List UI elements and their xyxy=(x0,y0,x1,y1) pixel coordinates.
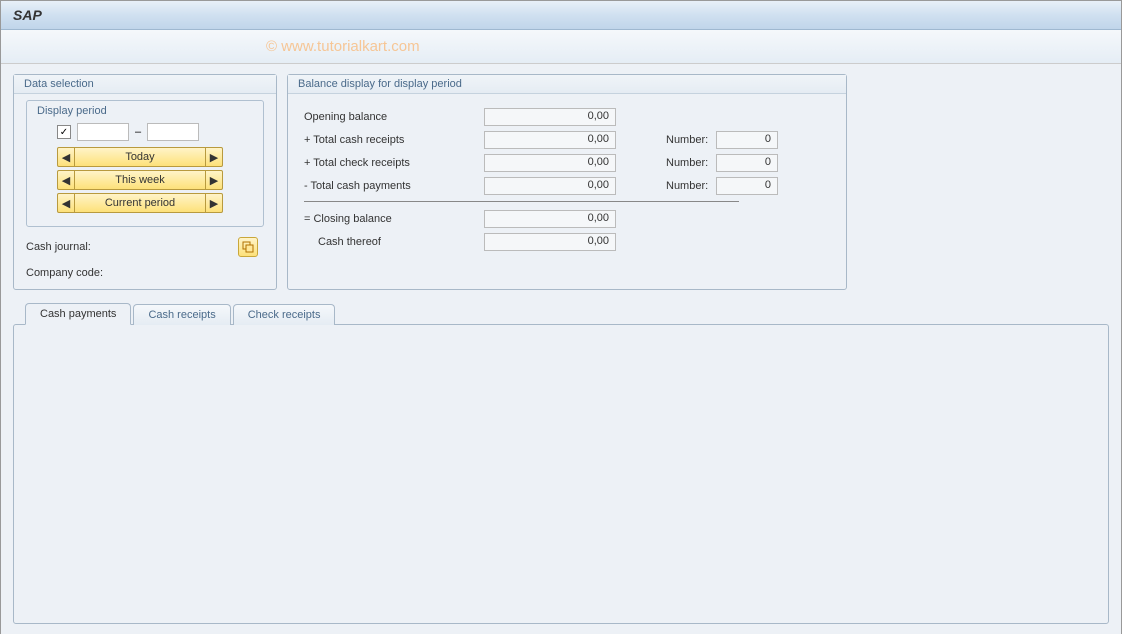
total-cash-payments-number: 0 xyxy=(716,177,778,195)
display-period-title: Display period xyxy=(37,105,253,117)
balance-display-title: Balance display for display period xyxy=(288,75,846,94)
company-code-label: Company code: xyxy=(26,267,156,279)
opening-balance-label: Opening balance xyxy=(304,111,484,123)
balance-display-group: Balance display for display period Openi… xyxy=(287,74,847,290)
cash-thereof-value: 0,00 xyxy=(484,233,616,251)
date-from-input[interactable] xyxy=(77,123,129,141)
currentperiod-prev-button[interactable]: ◀ xyxy=(57,193,75,213)
title-bar: SAP xyxy=(1,1,1121,30)
thisweek-row: ◀ This week ▶ xyxy=(37,170,253,190)
total-check-receipts-label: + Total check receipts xyxy=(304,157,484,169)
thisweek-button[interactable]: This week xyxy=(75,170,205,190)
total-cash-payments-label: - Total cash payments xyxy=(304,180,484,192)
date-to-input[interactable] xyxy=(147,123,199,141)
total-cash-payments-value: 0,00 xyxy=(484,177,616,195)
cash-journal-label: Cash journal: xyxy=(26,241,156,253)
checkbox-icon[interactable]: ✓ xyxy=(57,125,71,139)
closing-balance-row: = Closing balance 0,00 xyxy=(300,210,834,228)
data-selection-title: Data selection xyxy=(14,75,276,94)
total-cash-receipts-label: + Total cash receipts xyxy=(304,134,484,146)
toolbar: © www.tutorialkart.com xyxy=(1,30,1121,64)
total-cash-receipts-number: 0 xyxy=(716,131,778,149)
total-check-receipts-number: 0 xyxy=(716,154,778,172)
balance-divider xyxy=(304,201,739,202)
company-code-row: Company code: xyxy=(26,267,264,279)
date-range-row: ✓ – xyxy=(37,123,253,141)
display-period-group: Display period ✓ – ◀ Today ▶ ◀ Th xyxy=(26,100,264,227)
balance-display-inner: Opening balance 0,00 + Total cash receip… xyxy=(288,94,846,266)
range-dash: – xyxy=(133,126,143,138)
today-next-button[interactable]: ▶ xyxy=(205,147,223,167)
today-prev-button[interactable]: ◀ xyxy=(57,147,75,167)
tabs-container: Cash payments Cash receipts Check receip… xyxy=(13,302,1109,624)
today-button[interactable]: Today xyxy=(75,147,205,167)
cash-thereof-row: Cash thereof 0,00 xyxy=(300,233,834,251)
data-selection-group: Data selection Display period ✓ – ◀ Toda… xyxy=(13,74,277,290)
total-check-receipts-value: 0,00 xyxy=(484,154,616,172)
panels-row: Data selection Display period ✓ – ◀ Toda… xyxy=(13,74,1109,290)
closing-balance-value: 0,00 xyxy=(484,210,616,228)
currentperiod-button[interactable]: Current period xyxy=(75,193,205,213)
thisweek-next-button[interactable]: ▶ xyxy=(205,170,223,190)
main-area: Data selection Display period ✓ – ◀ Toda… xyxy=(1,64,1121,634)
total-check-receipts-row: + Total check receipts 0,00 Number: 0 xyxy=(300,154,834,172)
closing-balance-label: = Closing balance xyxy=(304,213,484,225)
cash-journal-row: Cash journal: xyxy=(26,237,264,257)
tab-cash-payments[interactable]: Cash payments xyxy=(25,303,131,325)
tab-check-receipts[interactable]: Check receipts xyxy=(233,304,336,325)
watermark-text: © www.tutorialkart.com xyxy=(266,38,420,55)
cash-thereof-label: Cash thereof xyxy=(304,236,484,248)
tab-body xyxy=(13,324,1109,624)
currentperiod-next-button[interactable]: ▶ xyxy=(205,193,223,213)
currentperiod-row: ◀ Current period ▶ xyxy=(37,193,253,213)
total-cash-payments-number-label: Number: xyxy=(616,180,716,192)
today-row: ◀ Today ▶ xyxy=(37,147,253,167)
total-cash-receipts-row: + Total cash receipts 0,00 Number: 0 xyxy=(300,131,834,149)
total-cash-receipts-value: 0,00 xyxy=(484,131,616,149)
tab-strip: Cash payments Cash receipts Check receip… xyxy=(13,302,1109,324)
opening-balance-value: 0,00 xyxy=(484,108,616,126)
cash-journal-search-button[interactable] xyxy=(238,237,258,257)
search-help-icon xyxy=(242,241,254,253)
tab-cash-receipts[interactable]: Cash receipts xyxy=(133,304,230,325)
total-cash-receipts-number-label: Number: xyxy=(616,134,716,146)
total-check-receipts-number-label: Number: xyxy=(616,157,716,169)
opening-balance-row: Opening balance 0,00 xyxy=(300,108,834,126)
thisweek-prev-button[interactable]: ◀ xyxy=(57,170,75,190)
app-title: SAP xyxy=(13,7,42,23)
data-selection-inner: Display period ✓ – ◀ Today ▶ ◀ Th xyxy=(14,94,276,289)
total-cash-payments-row: - Total cash payments 0,00 Number: 0 xyxy=(300,177,834,195)
